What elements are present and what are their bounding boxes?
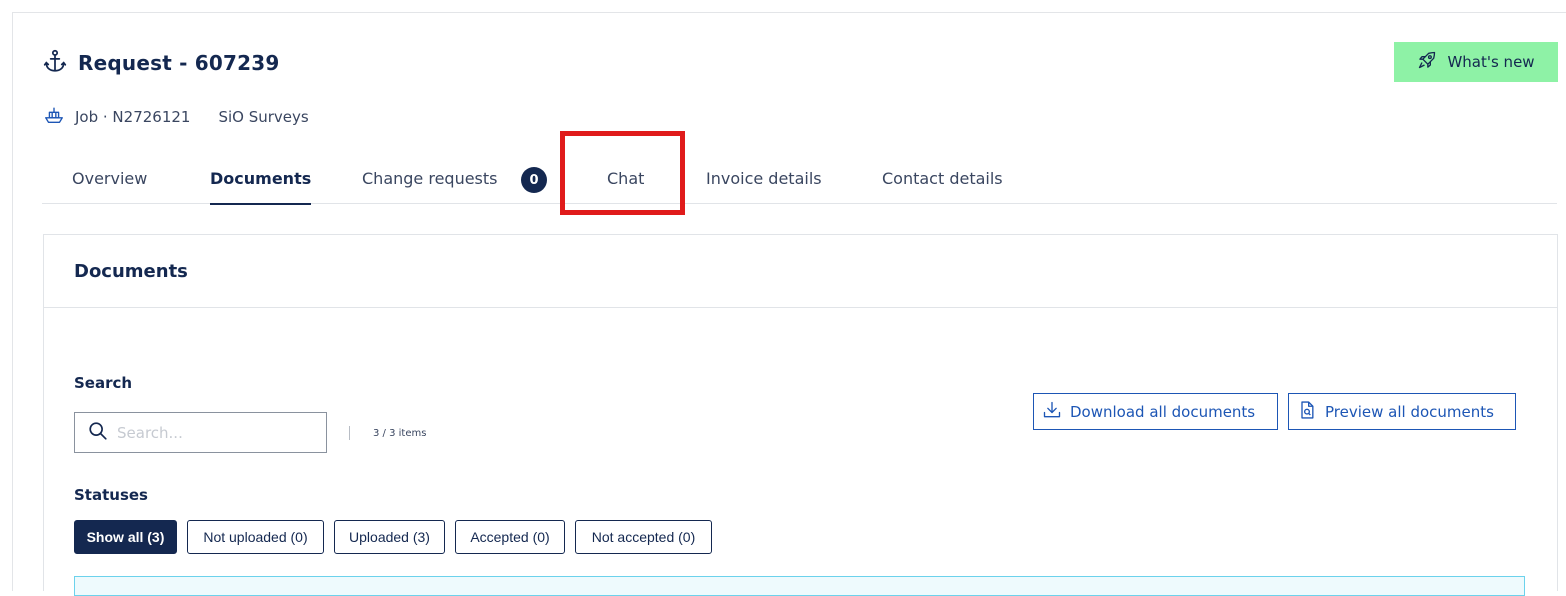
search-input[interactable] bbox=[117, 423, 307, 442]
title-row: Request - 607239 bbox=[42, 48, 279, 78]
download-icon bbox=[1042, 400, 1062, 424]
statuses-label: Statuses bbox=[74, 486, 148, 504]
change-requests-count-badge: 0 bbox=[521, 167, 547, 193]
search-box bbox=[74, 412, 327, 453]
documents-panel-title: Documents bbox=[74, 260, 188, 282]
tab-contact-details[interactable]: Contact details bbox=[882, 152, 1003, 204]
document-preview-icon bbox=[1297, 400, 1317, 424]
ship-icon bbox=[43, 104, 65, 130]
whats-new-button[interactable]: What's new bbox=[1394, 42, 1558, 82]
tab-chat[interactable]: Chat bbox=[607, 152, 644, 204]
status-filter-uploaded[interactable]: Uploaded (3) bbox=[334, 520, 445, 554]
preview-all-documents-button[interactable]: Preview all documents bbox=[1288, 393, 1516, 430]
company-name: SiO Surveys bbox=[218, 108, 309, 126]
item-count: 3 / 3 items bbox=[373, 428, 427, 439]
status-filter-not-accepted[interactable]: Not accepted (0) bbox=[575, 520, 712, 554]
status-filter-accepted[interactable]: Accepted (0) bbox=[455, 520, 565, 554]
tab-change-requests[interactable]: Change requests bbox=[362, 152, 498, 204]
page-title: Request - 607239 bbox=[78, 51, 280, 75]
info-notice bbox=[74, 576, 1525, 596]
tab-documents[interactable]: Documents bbox=[210, 152, 312, 205]
documents-panel-header: Documents bbox=[44, 235, 1557, 308]
tab-invoice-details[interactable]: Invoice details bbox=[706, 152, 822, 204]
job-number: Job · N2726121 bbox=[75, 108, 191, 126]
preview-all-label: Preview all documents bbox=[1325, 402, 1494, 421]
anchor-icon bbox=[42, 48, 68, 78]
search-label: Search bbox=[74, 374, 133, 392]
whats-new-label: What's new bbox=[1447, 53, 1535, 71]
rocket-icon bbox=[1417, 50, 1437, 74]
job-row: Job · N2726121 SiO Surveys bbox=[43, 104, 309, 130]
status-filter-not-uploaded[interactable]: Not uploaded (0) bbox=[187, 520, 324, 554]
tab-overview[interactable]: Overview bbox=[72, 152, 147, 204]
search-divider bbox=[349, 426, 350, 440]
status-filter-show-all[interactable]: Show all (3) bbox=[74, 520, 177, 554]
tab-bar: Overview Documents Change requests Chat … bbox=[42, 152, 1557, 205]
download-all-label: Download all documents bbox=[1070, 402, 1256, 421]
download-all-documents-button[interactable]: Download all documents bbox=[1033, 393, 1278, 430]
search-icon bbox=[87, 420, 109, 446]
